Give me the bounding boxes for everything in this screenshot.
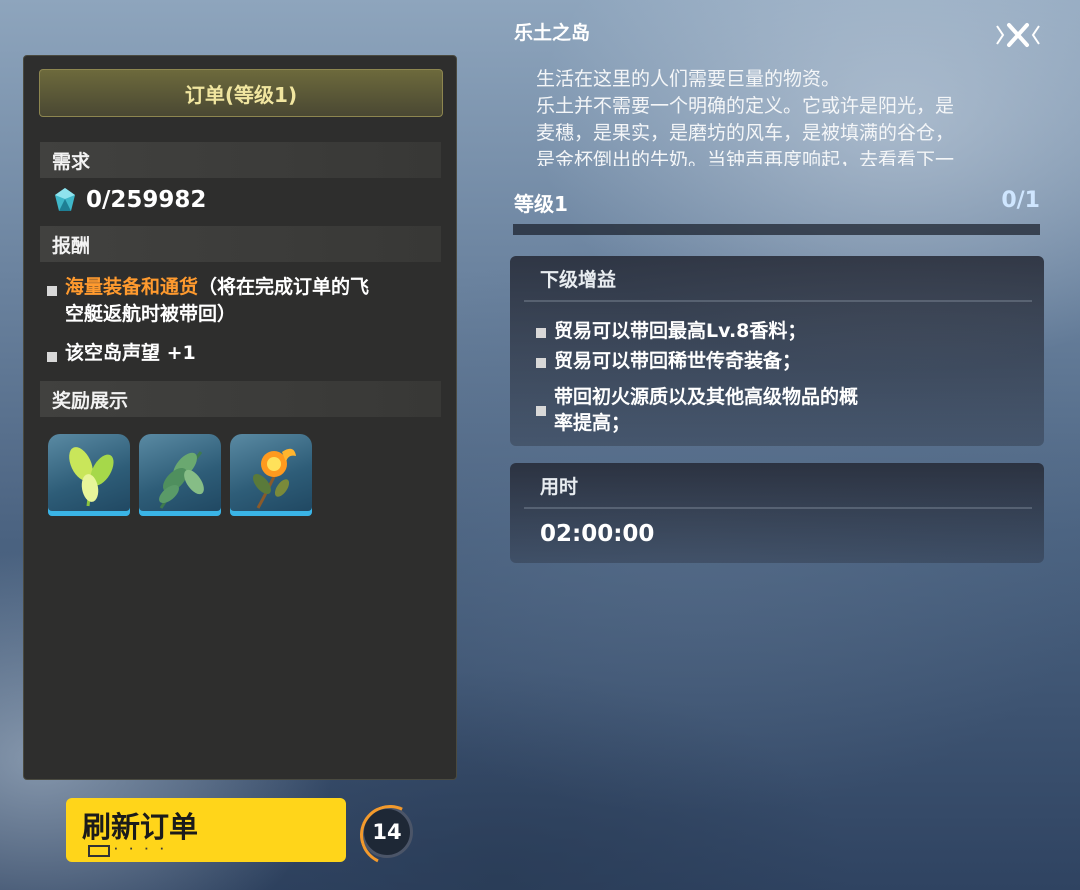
reward-item-equipment: 海量装备和通货（将在完成订单的飞 空艇返航时被带回）: [47, 274, 369, 328]
requirement-section-header: 需求: [40, 142, 441, 178]
buff-item-text: 贸易可以带回最高Lv.8香料；: [554, 320, 807, 342]
buff-item-text: 带回初火源质以及其他高级物品的概: [554, 386, 859, 408]
next-buff-header: 下级增益: [524, 256, 1032, 302]
level-label: 等级1: [514, 192, 568, 216]
showcase-section-header: 奖励展示: [40, 381, 441, 417]
showcase-item[interactable]: [139, 434, 221, 516]
buff-item-text-cont: 率提高；: [554, 412, 631, 434]
close-icon[interactable]: [995, 20, 1041, 50]
order-panel: 订单(等级1) 需求 0/259982 报酬 海量装备和通货（将在完成订单的飞 …: [23, 55, 457, 780]
buff-item-text: 贸易可以带回稀世传奇装备；: [554, 350, 802, 372]
requirement-row: 0/259982: [54, 184, 206, 216]
island-description: 生活在这里的人们需要巨量的物资。 乐土并不需要一个明确的定义。它或许是阳光，是 …: [536, 66, 1036, 166]
reward-note-line1: （将在完成订单的飞: [198, 276, 370, 298]
buff-item: 贸易可以带回稀世传奇装备；: [536, 348, 936, 374]
reward-highlight: 海量装备和通货: [65, 276, 199, 298]
reward-item-reputation: 该空岛声望 +1: [47, 340, 196, 367]
showcase-items: [48, 434, 312, 516]
refresh-count-badge: 14: [361, 806, 413, 858]
fern-plant-icon: [159, 451, 204, 509]
time-header: 用时: [524, 463, 1032, 509]
buff-item: 贸易可以带回最高Lv.8香料；: [536, 318, 936, 344]
description-line: 是金杯倒出的牛奶。当钟声再度响起，去看看下一: [536, 149, 955, 166]
level-progress-text: 0/1: [1001, 188, 1040, 213]
description-line: 生活在这里的人们需要巨量的物资。: [536, 68, 841, 90]
buff-item: 带回初火源质以及其他高级物品的概 率提高；: [536, 384, 936, 436]
level-row: 等级1 0/1: [514, 188, 1040, 217]
description-line: 乐土并不需要一个明确的定义。它或许是阳光，是: [536, 95, 955, 117]
refresh-dots: · · · ·: [114, 844, 168, 855]
bullet-square-icon: [47, 286, 57, 296]
time-value: 02:00:00: [540, 521, 655, 547]
bullet-square-icon: [536, 406, 546, 416]
refresh-order-label: 刷新订单: [82, 810, 199, 844]
bullet-square-icon: [536, 328, 546, 338]
time-box: 用时 02:00:00: [510, 463, 1044, 563]
refresh-count-value: 14: [372, 820, 402, 844]
order-panel-title: 订单(等级1): [39, 69, 443, 117]
next-buff-box: 下级增益 贸易可以带回最高Lv.8香料； 贸易可以带回稀世传奇装备； 带回初火源…: [510, 256, 1044, 446]
showcase-item[interactable]: [48, 434, 130, 516]
crystal-icon: [55, 188, 75, 211]
reward-reputation-text: 该空岛声望 +1: [65, 342, 196, 364]
showcase-item[interactable]: [230, 434, 312, 516]
bullet-square-icon: [536, 358, 546, 368]
level-progress-bar: [513, 224, 1040, 235]
reward-note-line2: 空艇返航时被带回）: [65, 303, 237, 325]
island-title: 乐土之岛: [514, 22, 591, 44]
requirement-value: 0/259982: [86, 187, 207, 213]
description-line: 麦穗，是果实，是磨坊的风车，是被填满的谷仓，: [536, 122, 955, 144]
reward-section-header: 报酬: [40, 226, 441, 262]
ticket-icon: [88, 845, 110, 857]
refresh-order-button[interactable]: 刷新订单 · · · ·: [66, 798, 346, 862]
green-leaf-plant-icon: [69, 447, 114, 507]
fire-flower-icon: [253, 448, 296, 509]
bullet-square-icon: [47, 352, 57, 362]
